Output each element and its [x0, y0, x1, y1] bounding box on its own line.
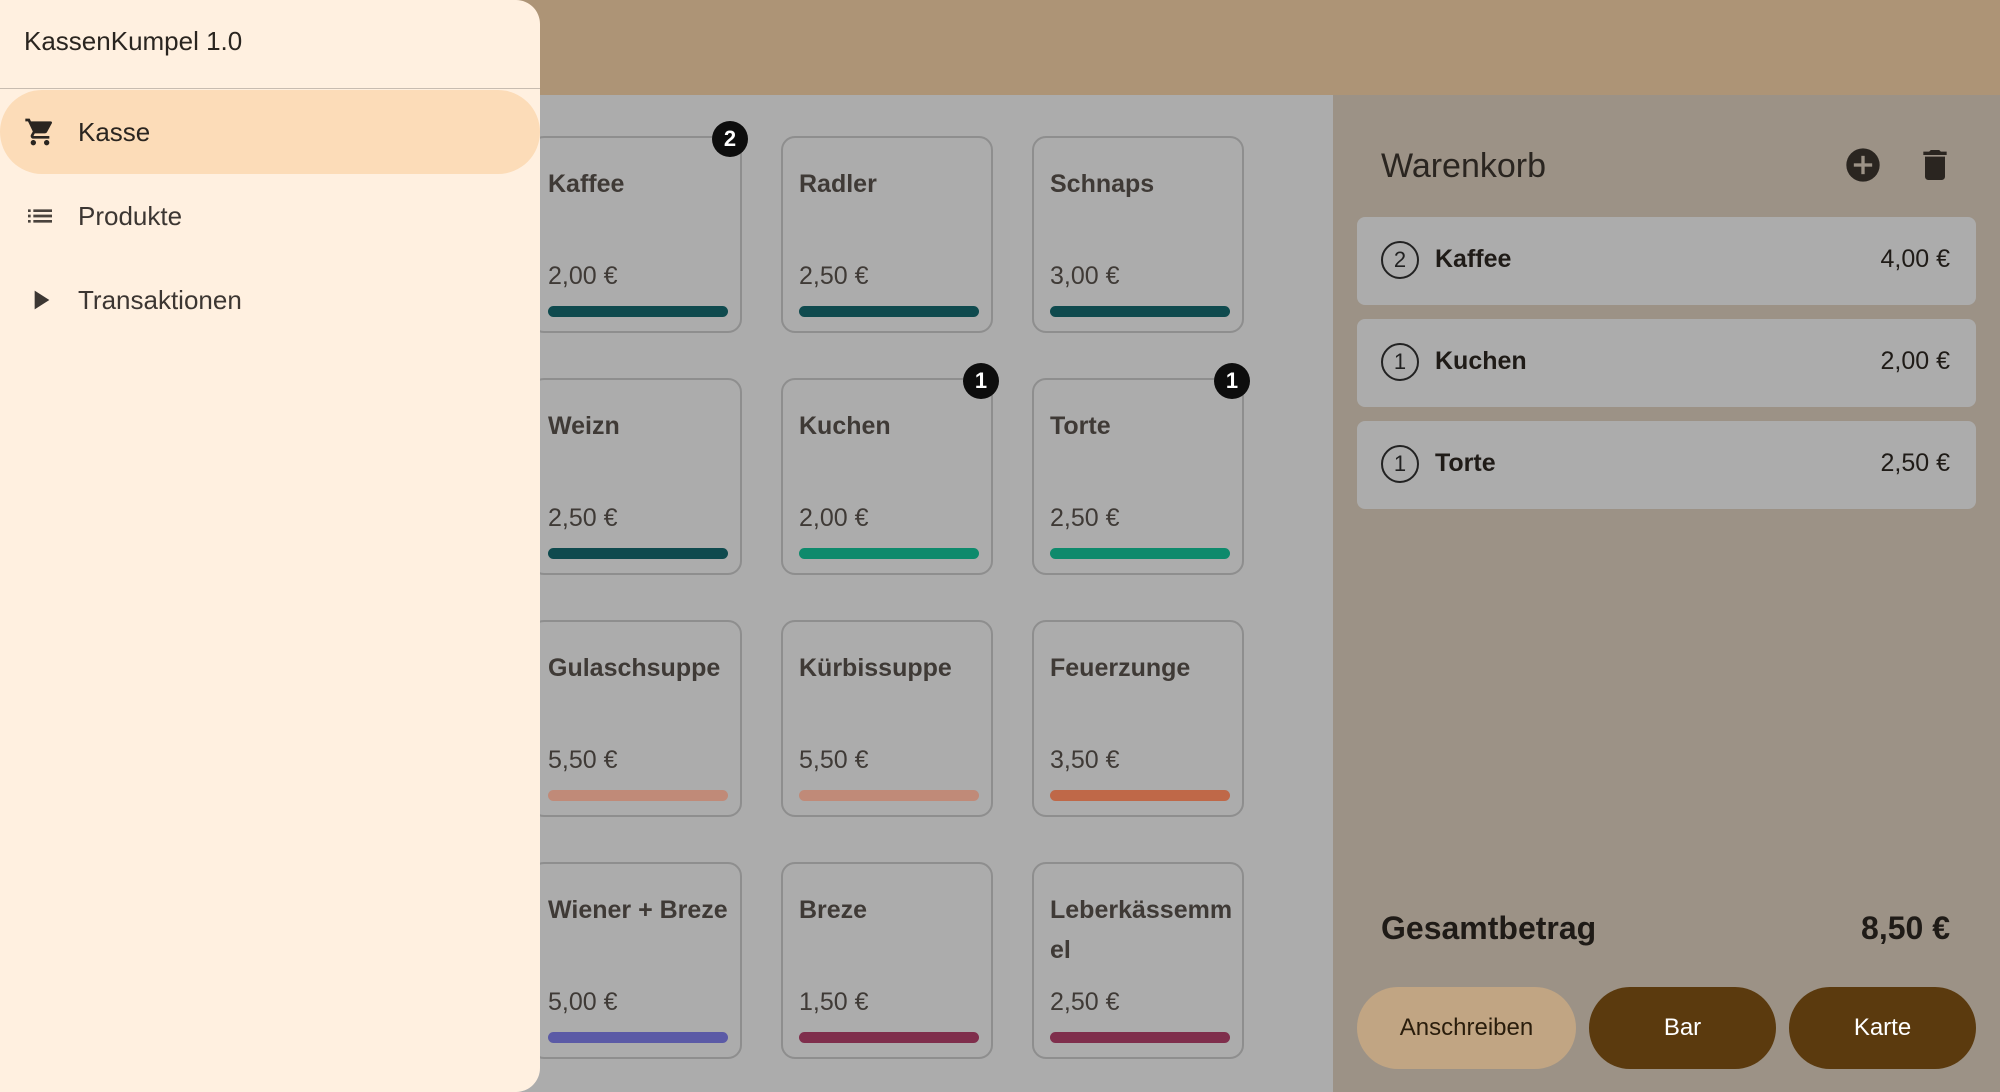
total-label: Gesamtbetrag — [1381, 910, 1597, 946]
product-count-badge: 1 — [963, 363, 999, 399]
product-color-bar — [548, 1032, 728, 1043]
app-title: KassenKumpel 1.0 — [24, 26, 243, 56]
product-tile-kuerbissuppe[interactable]: Kürbissuppe 5,50 € — [781, 620, 993, 817]
product-tile-gulaschsuppe[interactable]: Gulaschsuppe 5,50 € — [530, 620, 742, 817]
product-price: 3,00 € — [1050, 262, 1120, 290]
product-name: Torte — [1050, 412, 1111, 440]
product-color-bar — [1050, 306, 1230, 317]
bar-pay-button[interactable]: Bar — [1589, 987, 1776, 1069]
product-price: 2,50 € — [799, 262, 869, 290]
card-pay-button[interactable]: Karte — [1789, 987, 1976, 1069]
product-tile-leberkaessemmel[interactable]: Leberkässemmel 2,50 € — [1032, 862, 1244, 1059]
anschreiben-button[interactable]: Anschreiben — [1357, 987, 1576, 1069]
cart-icon — [24, 116, 56, 148]
cart-item-price: 2,00 € — [1880, 347, 1950, 375]
product-name: Kaffee — [548, 170, 625, 198]
product-price: 2,00 € — [548, 262, 618, 290]
nav-label: Transaktionen — [78, 285, 242, 315]
cart-item[interactable]: 1 Kuchen 2,00 € — [1357, 319, 1976, 407]
nav-label: Produkte — [78, 201, 183, 231]
product-name: Wiener + Breze — [548, 896, 728, 924]
product-color-bar — [799, 1032, 979, 1043]
cart-item-price: 2,50 € — [1880, 449, 1950, 477]
cart-item-name: Kuchen — [1435, 347, 1527, 375]
nav-item-transaktionen[interactable]: Transaktionen — [0, 258, 540, 342]
product-name: Schnaps — [1050, 170, 1155, 198]
cart-item-name: Kaffee — [1435, 245, 1512, 273]
product-price: 5,50 € — [548, 746, 618, 774]
product-price: 2,50 € — [1050, 504, 1120, 532]
quantity-badge: 1 — [1381, 343, 1419, 381]
product-tile-breze[interactable]: Breze 1,50 € — [781, 862, 993, 1059]
trash-icon[interactable] — [1915, 145, 1955, 185]
quantity-badge: 2 — [1381, 241, 1419, 279]
product-color-bar — [1050, 790, 1230, 801]
product-price: 3,50 € — [1050, 746, 1120, 774]
product-name: Kürbissuppe — [799, 654, 952, 682]
product-color-bar — [799, 306, 979, 317]
product-tile-feuerzunge[interactable]: Feuerzunge 3,50 € — [1032, 620, 1244, 817]
nav-item-produkte[interactable]: Produkte — [0, 174, 540, 258]
product-price: 2,00 € — [799, 504, 869, 532]
nav-label: Kasse — [78, 117, 151, 147]
product-name: Feuerzunge — [1050, 654, 1191, 682]
cart-title: Warenkorb — [1381, 147, 1547, 185]
play-arrow-icon — [24, 284, 56, 316]
product-color-bar — [799, 548, 979, 559]
product-color-bar — [548, 306, 728, 317]
product-tile-torte[interactable]: Torte 2,50 € 1 — [1032, 363, 1250, 575]
product-price: 5,50 € — [799, 746, 869, 774]
product-price: 2,50 € — [1050, 988, 1120, 1016]
product-tile-kaffee[interactable]: Kaffee 2,00 € 2 — [530, 121, 748, 333]
product-name: Kuchen — [799, 412, 891, 440]
product-color-bar — [548, 548, 728, 559]
product-name: Weizn — [548, 412, 620, 440]
product-color-bar — [548, 790, 728, 801]
product-name: Gulaschsuppe — [548, 654, 721, 682]
product-price: 2,50 € — [548, 504, 618, 532]
cart-panel: Warenkorb 2 Kaffee 4,00 € 1 Kuchen 2,00 … — [1333, 95, 2000, 1092]
nav-item-kasse[interactable]: Kasse — [0, 90, 540, 174]
product-name: Radler — [799, 170, 877, 198]
product-tile-radler[interactable]: Radler 2,50 € — [781, 136, 993, 333]
product-name: Leberkässemmel — [1050, 896, 1233, 964]
cart-item[interactable]: 1 Torte 2,50 € — [1357, 421, 1976, 509]
total-value: 8,50 € — [1861, 910, 1950, 946]
list-icon — [24, 200, 56, 232]
cart-item-price: 4,00 € — [1880, 245, 1950, 273]
divider — [0, 88, 540, 89]
product-count-badge: 2 — [712, 121, 748, 157]
cart-item-name: Torte — [1435, 449, 1496, 477]
product-tile-wiener-breze[interactable]: Wiener + Breze 5,00 € — [530, 862, 742, 1059]
product-price: 1,50 € — [799, 988, 869, 1016]
product-tile-schnaps[interactable]: Schnaps 3,00 € — [1032, 136, 1244, 333]
product-price: 5,00 € — [548, 988, 618, 1016]
product-tile-weizn[interactable]: Weizn 2,50 € — [530, 378, 742, 575]
product-color-bar — [1050, 1032, 1230, 1043]
product-color-bar — [799, 790, 979, 801]
product-count-badge: 1 — [1214, 363, 1250, 399]
cart-item[interactable]: 2 Kaffee 4,00 € — [1357, 217, 1976, 305]
quantity-badge: 1 — [1381, 445, 1419, 483]
product-color-bar — [1050, 548, 1230, 559]
add-item-icon[interactable] — [1843, 145, 1883, 185]
navigation-drawer: KassenKumpel 1.0 Kasse Produkte Transakt… — [0, 0, 540, 1092]
product-tile-kuchen[interactable]: Kuchen 2,00 € 1 — [781, 363, 999, 575]
product-name: Breze — [799, 896, 868, 924]
